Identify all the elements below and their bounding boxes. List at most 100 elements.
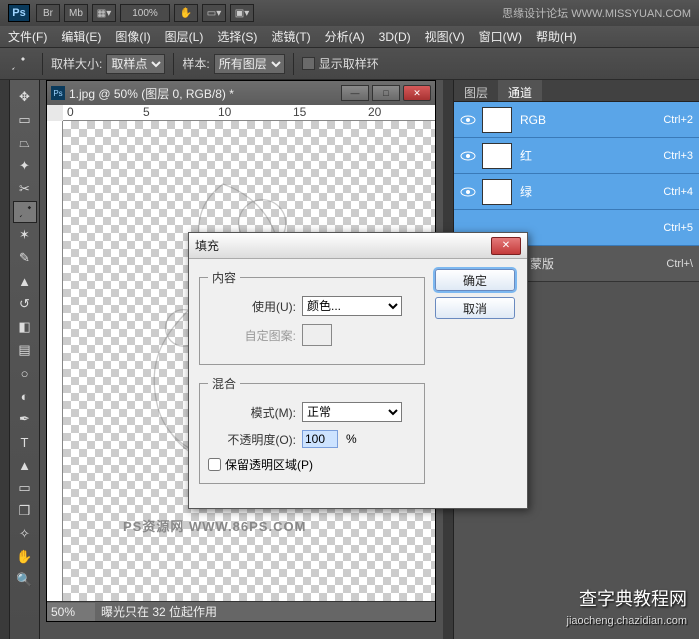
canvas-watermark: PS资源网 WWW.86PS.COM	[123, 516, 306, 535]
menu-view[interactable]: 视图(V)	[425, 28, 465, 45]
eye-icon[interactable]	[460, 112, 476, 128]
blur-tool[interactable]: ○	[13, 362, 37, 384]
channel-shortcut: Ctrl+2	[663, 114, 693, 126]
crop-tool[interactable]: ✂	[13, 178, 37, 200]
stamp-tool[interactable]: ▲	[13, 270, 37, 292]
document-title: 1.jpg @ 50% (图层 0, RGB/8) *	[69, 85, 338, 102]
sample-size-label: 取样大小:	[51, 55, 102, 72]
type-tool[interactable]: T	[13, 431, 37, 453]
zoom-level-button[interactable]: 100%	[120, 4, 170, 22]
ruler-vertical[interactable]	[47, 121, 63, 601]
move-tool[interactable]: ✥	[13, 86, 37, 108]
menu-edit[interactable]: 编辑(E)	[61, 28, 101, 45]
document-titlebar[interactable]: Ps 1.jpg @ 50% (图层 0, RGB/8) * — □ ✕	[47, 81, 435, 105]
eye-icon[interactable]	[460, 148, 476, 164]
3d-tool[interactable]: ❒	[13, 500, 37, 522]
shape-tool[interactable]: ▭	[13, 477, 37, 499]
menu-analysis[interactable]: 分析(A)	[325, 28, 365, 45]
menu-layer[interactable]: 图层(L)	[165, 28, 204, 45]
pen-tool[interactable]: ✒	[13, 408, 37, 430]
channel-name: RGB	[520, 113, 546, 127]
opacity-label: 不透明度(O):	[208, 431, 296, 448]
cancel-button[interactable]: 取消	[435, 297, 515, 319]
mode-select[interactable]: 正常	[302, 402, 402, 422]
percent-label: %	[346, 432, 357, 446]
history-brush-tool[interactable]: ↺	[13, 293, 37, 315]
watermark-2: jiaocheng.chazidian.com	[567, 615, 687, 627]
sample-select[interactable]: 所有图层	[214, 54, 285, 74]
tab-channels[interactable]: 通道	[498, 80, 542, 101]
channel-name: 绿	[520, 183, 532, 200]
ruler-horizontal[interactable]: 05101520	[63, 105, 435, 121]
zoom-tool[interactable]: 🔍	[13, 569, 37, 591]
channel-thumb	[482, 179, 512, 205]
preserve-label: 保留透明区域(P)	[225, 456, 313, 473]
use-select[interactable]: 颜色...	[302, 296, 402, 316]
channel-shortcut: Ctrl+\	[666, 258, 693, 270]
bridge-button[interactable]: Br	[36, 4, 60, 22]
channel-shortcut: Ctrl+3	[663, 150, 693, 162]
path-select-tool[interactable]: ▲	[13, 454, 37, 476]
eye-icon[interactable]	[460, 184, 476, 200]
channel-shortcut: Ctrl+4	[663, 186, 693, 198]
group-content: 内容 使用(U): 颜色... 自定图案:	[199, 269, 425, 365]
group-blend-label: 混合	[208, 375, 240, 392]
menu-help[interactable]: 帮助(H)	[536, 28, 577, 45]
forum-text: 思缘设计论坛 WWW.MISSYUAN.COM	[502, 5, 691, 21]
minimize-button[interactable]: —	[341, 85, 369, 101]
panel-tabs: 图层 通道	[454, 80, 699, 102]
wand-tool[interactable]: ✦	[13, 155, 37, 177]
menu-select[interactable]: 选择(S)	[217, 28, 257, 45]
dialog-titlebar[interactable]: 填充 ✕	[189, 233, 527, 259]
channel-row-red[interactable]: 红 Ctrl+3	[454, 138, 699, 174]
channel-name: 红	[520, 147, 532, 164]
channel-row-green[interactable]: 绿 Ctrl+4	[454, 174, 699, 210]
eyedropper-icon	[10, 56, 26, 72]
hand-tool[interactable]: ✋	[13, 546, 37, 568]
menu-filter[interactable]: 滤镜(T)	[271, 28, 310, 45]
dialog-title: 填充	[195, 237, 491, 254]
sample-label: 样本:	[182, 55, 209, 72]
lasso-tool[interactable]: ⏢	[13, 132, 37, 154]
watermark-1: 查字典教程网	[579, 585, 687, 611]
close-button[interactable]: ✕	[403, 85, 431, 101]
zoom-field[interactable]: 50%	[47, 603, 95, 621]
ok-button[interactable]: 确定	[435, 269, 515, 291]
pattern-swatch[interactable]	[302, 324, 332, 346]
minibridge-button[interactable]: Mb	[64, 4, 88, 22]
tab-layers[interactable]: 图层	[454, 80, 498, 101]
menu-window[interactable]: 窗口(W)	[479, 28, 522, 45]
status-text: 曝光只在 32 位起作用	[101, 603, 217, 620]
brush-tool[interactable]: ✎	[13, 247, 37, 269]
separator	[42, 53, 43, 75]
mode-label: 模式(M):	[208, 404, 296, 421]
pattern-label: 自定图案:	[208, 327, 296, 344]
channel-row-rgb[interactable]: RGB Ctrl+2	[454, 102, 699, 138]
opacity-input[interactable]	[302, 430, 338, 448]
fill-dialog: 填充 ✕ 内容 使用(U): 颜色... 自定图案: 混合 模式(M): 正常	[188, 232, 528, 509]
menu-3d[interactable]: 3D(D)	[379, 30, 411, 44]
collapse-strip-left[interactable]	[0, 80, 10, 639]
show-ring-checkbox[interactable]	[302, 57, 315, 70]
ps-logo: Ps	[8, 4, 30, 22]
healing-tool[interactable]: ✶	[13, 224, 37, 246]
3d-camera-tool[interactable]: ✧	[13, 523, 37, 545]
gradient-tool[interactable]: ▤	[13, 339, 37, 361]
menu-image[interactable]: 图像(I)	[115, 28, 150, 45]
screen-mode-button[interactable]: ▣▾	[230, 4, 254, 22]
preserve-checkbox[interactable]	[208, 458, 221, 471]
eyedropper-tool[interactable]	[13, 201, 37, 223]
arrange-button[interactable]: ▭▾	[202, 4, 226, 22]
hand-button[interactable]: ✋	[174, 4, 198, 22]
eraser-tool[interactable]: ◧	[13, 316, 37, 338]
marquee-tool[interactable]: ▭	[13, 109, 37, 131]
sample-size-select[interactable]: 取样点	[106, 54, 165, 74]
menu-file[interactable]: 文件(F)	[8, 28, 47, 45]
close-icon[interactable]: ✕	[491, 237, 521, 255]
dodge-tool[interactable]: ◐	[13, 385, 37, 407]
view-extras-button[interactable]: ▦▾	[92, 4, 116, 22]
group-content-label: 内容	[208, 269, 240, 286]
use-label: 使用(U):	[208, 298, 296, 315]
maximize-button[interactable]: □	[372, 85, 400, 101]
channel-thumb	[482, 107, 512, 133]
